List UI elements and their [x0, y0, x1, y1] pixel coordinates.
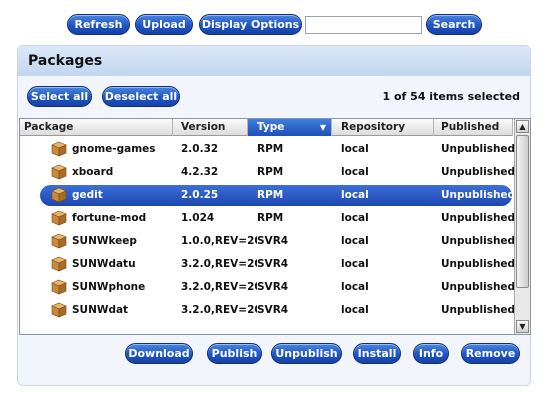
upload-button[interactable]: Upload — [135, 14, 193, 35]
package-box-icon — [51, 187, 67, 203]
package-box-icon — [51, 141, 67, 157]
cell-version: 1.0.0,REV=20( — [181, 235, 257, 247]
package-box-icon — [51, 279, 67, 295]
cell-type: RPM — [257, 143, 284, 155]
package-box-icon — [51, 302, 67, 318]
download-button[interactable]: Download — [125, 343, 193, 364]
package-box-icon — [51, 210, 67, 226]
cell-repository: local — [341, 212, 369, 224]
info-button[interactable]: Info — [413, 343, 449, 364]
cell-type: RPM — [257, 166, 284, 178]
cell-repository: local — [341, 189, 369, 201]
cell-version: 2.0.32 — [181, 143, 219, 155]
display-options-button[interactable]: Display Options — [199, 14, 302, 35]
cell-repository: local — [341, 304, 369, 316]
cell-version: 3.2.0,REV=20( — [181, 258, 257, 270]
cell-type: SVR4 — [257, 304, 289, 316]
table-row[interactable]: SUNWdatu 3.2.0,REV=20(SVR4 local Unpublishe… — [20, 253, 515, 276]
table-row[interactable]: fortune-mod 1.024 RPM local Unpublished — [20, 207, 515, 230]
sort-descending-icon: ▼ — [319, 123, 326, 132]
table-row[interactable]: gnome-games 2.0.32 RPM local Unpublished — [20, 138, 515, 161]
cell-type: SVR4 — [257, 281, 289, 293]
table-header: Package Version Type ▼ Repository Publis… — [20, 119, 513, 136]
cell-repository: local — [341, 166, 369, 178]
cell-version: 3.2.0,REV=20( — [181, 304, 257, 316]
vertical-scrollbar[interactable]: ▲ ▼ — [514, 119, 530, 334]
publish-button[interactable]: Publish — [207, 343, 262, 364]
package-name: gedit — [72, 189, 103, 201]
table-row[interactable]: SUNWdat 3.2.0,REV=20(SVR4 local Unpublished — [20, 299, 515, 322]
cell-published: Unpublished — [441, 235, 516, 247]
cell-repository: local — [341, 235, 369, 247]
install-button[interactable]: Install — [353, 343, 401, 364]
cell-version: 2.0.25 — [181, 189, 219, 201]
table-row[interactable]: xboard 4.2.32 RPM local Unpublished — [20, 161, 515, 184]
package-name: SUNWphone — [72, 281, 146, 293]
package-box-icon — [51, 233, 67, 249]
table-row[interactable]: SUNWkeep 1.0.0,REV=20(SVR4 local Unpublishe… — [20, 230, 515, 253]
cell-type: RPM — [257, 212, 284, 224]
cell-published: Unpublished — [441, 143, 516, 155]
table-row[interactable]: SUNWphone 3.2.0,REV=20(SVR4 local Unpublish… — [20, 276, 515, 299]
column-header-type-label: Type — [257, 121, 285, 133]
package-name: xboard — [72, 166, 114, 178]
cell-published: Unpublished — [441, 304, 516, 316]
package-name: SUNWdatu — [72, 258, 136, 270]
column-header-repository[interactable]: Repository — [332, 119, 434, 136]
panel-header: Packages — [18, 46, 530, 76]
search-input[interactable] — [305, 16, 422, 34]
column-header-type[interactable]: Type ▼ — [248, 119, 332, 136]
unpublish-button[interactable]: Unpublish — [271, 343, 342, 364]
cell-type: RPM — [257, 189, 284, 201]
cell-repository: local — [341, 143, 369, 155]
package-box-icon — [51, 256, 67, 272]
cell-published: Unpublished — [441, 281, 516, 293]
column-header-version[interactable]: Version — [173, 119, 248, 136]
cell-type: SVR4 — [257, 258, 289, 270]
column-header-package[interactable]: Package — [20, 119, 173, 136]
package-name: fortune-mod — [72, 212, 147, 224]
search-button[interactable]: Search — [426, 14, 482, 35]
cell-published: Unpublished — [441, 258, 516, 270]
deselect-all-button[interactable]: Deselect all — [102, 86, 180, 107]
cell-version: 4.2.32 — [181, 166, 219, 178]
cell-published: Unpublished — [441, 166, 516, 178]
cell-published: Unpublished — [441, 212, 516, 224]
table-row[interactable]: gedit 2.0.25 RPM local Unpublished — [20, 184, 515, 207]
selection-status: 1 of 54 items selected — [382, 90, 520, 103]
packages-table: Package Version Type ▼ Repository Publis… — [19, 118, 531, 335]
cell-version: 3.2.0,REV=20( — [181, 281, 257, 293]
package-name: gnome-games — [72, 143, 156, 155]
panel-title: Packages — [28, 53, 103, 69]
column-header-published[interactable]: Published — [434, 119, 513, 136]
package-name: SUNWkeep — [72, 235, 137, 247]
remove-button[interactable]: Remove — [461, 343, 520, 364]
cell-repository: local — [341, 281, 369, 293]
cell-published: Unpublished — [441, 189, 516, 201]
scrollbar-thumb[interactable] — [516, 135, 529, 288]
cell-type: SVR4 — [257, 235, 289, 247]
refresh-button[interactable]: Refresh — [67, 14, 130, 35]
scroll-down-arrow-icon[interactable]: ▼ — [516, 320, 529, 333]
package-box-icon — [51, 164, 67, 180]
cell-repository: local — [341, 258, 369, 270]
select-all-button[interactable]: Select all — [27, 86, 92, 107]
cell-version: 1.024 — [181, 212, 215, 224]
package-name: SUNWdat — [72, 304, 129, 316]
scroll-up-arrow-icon[interactable]: ▲ — [516, 120, 529, 133]
